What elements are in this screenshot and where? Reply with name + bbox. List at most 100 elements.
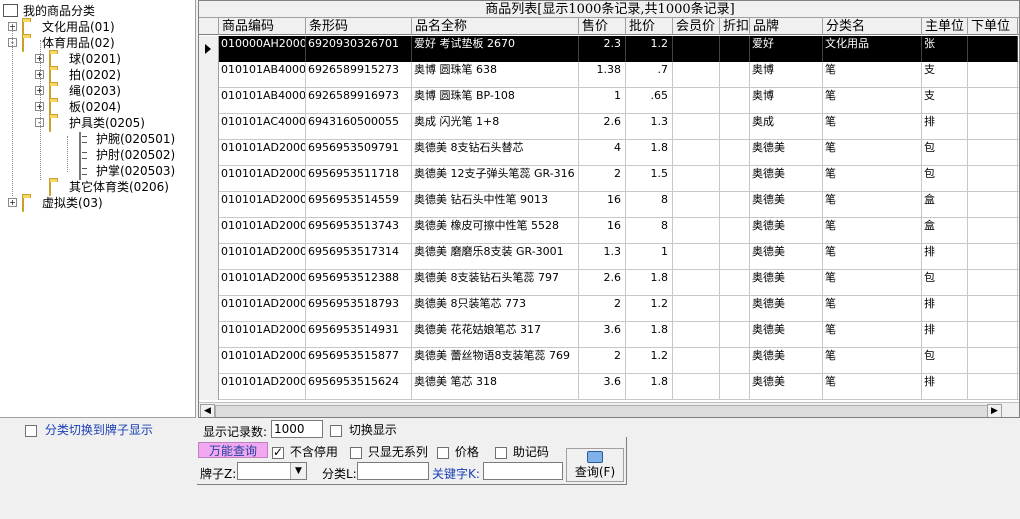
table-cell[interactable]: 奥德美 蕾丝物语8支装笔蕊 769 — [412, 348, 579, 374]
table-cell[interactable]: 奥德美 花花姑娘笔芯 317 — [412, 322, 579, 348]
table-cell[interactable] — [673, 36, 720, 62]
table-cell[interactable]: 1.8 — [626, 374, 673, 400]
table-cell[interactable]: 010101AD200009 — [219, 348, 306, 374]
table-cell[interactable]: 010101AD200004 — [219, 218, 306, 244]
universal-query-button[interactable]: 万能查询 — [198, 442, 268, 458]
table-cell[interactable]: 笔 — [823, 270, 922, 296]
switch-brand-checkbox[interactable] — [25, 424, 37, 437]
table-row[interactable]: 010101AD2000016956953509791奥德美 8支钻石头替芯41… — [199, 140, 1019, 166]
table-cell[interactable]: 2.3 — [579, 36, 626, 62]
grid-rows[interactable]: 010000AH2000016920930326701爱好 考试垫板 26702… — [199, 36, 1019, 402]
table-cell[interactable]: 支 — [922, 62, 968, 88]
record-count-input[interactable]: 1000 — [271, 420, 323, 438]
table-cell[interactable]: 1 — [579, 88, 626, 114]
table-cell[interactable]: 奥博 — [750, 62, 823, 88]
table-cell[interactable] — [673, 166, 720, 192]
switch-display-toggle[interactable]: 切换显示 — [330, 421, 397, 438]
table-cell[interactable]: 笔 — [823, 322, 922, 348]
table-cell[interactable] — [968, 270, 1018, 296]
table-cell[interactable] — [673, 62, 720, 88]
table-cell[interactable] — [720, 114, 750, 140]
table-cell[interactable]: 6926589915273 — [306, 62, 412, 88]
table-cell[interactable]: 笔 — [823, 88, 922, 114]
table-cell[interactable]: 奥德美 — [750, 296, 823, 322]
table-cell[interactable] — [968, 36, 1018, 62]
keyword-input[interactable] — [483, 462, 563, 480]
brand-select[interactable]: ▼ — [237, 462, 307, 480]
table-cell[interactable] — [673, 218, 720, 244]
row-indicator[interactable] — [199, 348, 219, 374]
horizontal-scrollbar[interactable]: ◀ ▶ — [199, 402, 1019, 417]
table-cell[interactable] — [673, 114, 720, 140]
table-cell[interactable]: 010101AD200008 — [219, 322, 306, 348]
table-cell[interactable] — [968, 88, 1018, 114]
table-cell[interactable]: 奥德美 8支钻石头替芯 — [412, 140, 579, 166]
expand-toggle-icon[interactable]: + — [8, 198, 17, 207]
table-cell[interactable]: 支 — [922, 88, 968, 114]
table-cell[interactable]: 奥德美 — [750, 192, 823, 218]
mnemonic-checkbox[interactable] — [495, 446, 507, 459]
table-cell[interactable]: 笔 — [823, 140, 922, 166]
row-indicator[interactable] — [199, 140, 219, 166]
table-cell[interactable]: 2 — [579, 348, 626, 374]
table-cell[interactable]: 1.3 — [626, 114, 673, 140]
table-cell[interactable] — [968, 192, 1018, 218]
category-input[interactable] — [357, 462, 429, 480]
table-cell[interactable]: 6926589916973 — [306, 88, 412, 114]
table-cell[interactable]: 奥成 闪光笔 1+8 — [412, 114, 579, 140]
table-cell[interactable] — [720, 36, 750, 62]
column-header[interactable]: 会员价 — [673, 18, 720, 35]
table-cell[interactable] — [673, 296, 720, 322]
table-cell[interactable]: 奥德美 — [750, 166, 823, 192]
dropdown-arrow-icon[interactable]: ▼ — [290, 463, 306, 479]
only-no-series-checkbox[interactable] — [350, 446, 362, 459]
table-row[interactable]: 010101AC4000016943160500055奥成 闪光笔 1+82.6… — [199, 114, 1019, 140]
table-cell[interactable] — [968, 374, 1018, 400]
table-cell[interactable]: 排 — [922, 296, 968, 322]
table-cell[interactable]: 16 — [579, 218, 626, 244]
table-cell[interactable]: 010101AD200003 — [219, 192, 306, 218]
table-cell[interactable] — [720, 322, 750, 348]
table-cell[interactable]: 奥德美 — [750, 348, 823, 374]
table-cell[interactable]: 奥德美 — [750, 322, 823, 348]
table-row[interactable]: 010101AD2000096956953515877奥德美 蕾丝物语8支装笔蕊… — [199, 348, 1019, 374]
table-cell[interactable]: 奥博 圆珠笔 BP-108 — [412, 88, 579, 114]
row-indicator[interactable] — [199, 322, 219, 348]
table-row[interactable]: 010101AD2000026956953511718奥德美 12支子弹头笔蕊 … — [199, 166, 1019, 192]
scroll-right-button[interactable]: ▶ — [987, 404, 1002, 417]
table-cell[interactable]: 8 — [626, 218, 673, 244]
column-header[interactable]: 下单位 — [968, 18, 1018, 35]
column-header[interactable]: 分类名 — [823, 18, 922, 35]
table-cell[interactable]: 6956953514559 — [306, 192, 412, 218]
table-cell[interactable]: 010101AD200007 — [219, 296, 306, 322]
table-cell[interactable]: 奥德美 — [750, 270, 823, 296]
table-cell[interactable]: 奥德美 — [750, 244, 823, 270]
column-header[interactable]: 批价 — [626, 18, 673, 35]
table-cell[interactable]: 爱好 — [750, 36, 823, 62]
table-cell[interactable]: 1.2 — [626, 296, 673, 322]
switch-brand-toggle[interactable]: 分类切换到牌子显示 — [25, 421, 153, 438]
table-cell[interactable]: 奥成 — [750, 114, 823, 140]
table-cell[interactable]: 1 — [626, 244, 673, 270]
table-cell[interactable] — [720, 348, 750, 374]
table-cell[interactable]: 排 — [922, 322, 968, 348]
table-cell[interactable]: 2.6 — [579, 114, 626, 140]
column-header[interactable]: 品牌 — [750, 18, 823, 35]
table-cell[interactable]: 包 — [922, 270, 968, 296]
column-header[interactable]: 主单位 — [922, 18, 968, 35]
table-cell[interactable]: 010101AD200005 — [219, 244, 306, 270]
table-row[interactable]: 010000AH2000016920930326701爱好 考试垫板 26702… — [199, 36, 1019, 62]
table-cell[interactable]: 奥博 — [750, 88, 823, 114]
table-cell[interactable] — [720, 244, 750, 270]
table-cell[interactable] — [673, 348, 720, 374]
table-cell[interactable] — [673, 270, 720, 296]
table-cell[interactable] — [673, 88, 720, 114]
table-cell[interactable]: .7 — [626, 62, 673, 88]
table-cell[interactable] — [673, 192, 720, 218]
table-cell[interactable] — [720, 374, 750, 400]
table-cell[interactable]: 16 — [579, 192, 626, 218]
table-cell[interactable] — [720, 218, 750, 244]
table-cell[interactable]: 奥德美 橡皮可擦中性笔 5528 — [412, 218, 579, 244]
table-cell[interactable]: 笔 — [823, 374, 922, 400]
only-no-series-toggle[interactable]: 只显无系列 — [350, 443, 428, 460]
